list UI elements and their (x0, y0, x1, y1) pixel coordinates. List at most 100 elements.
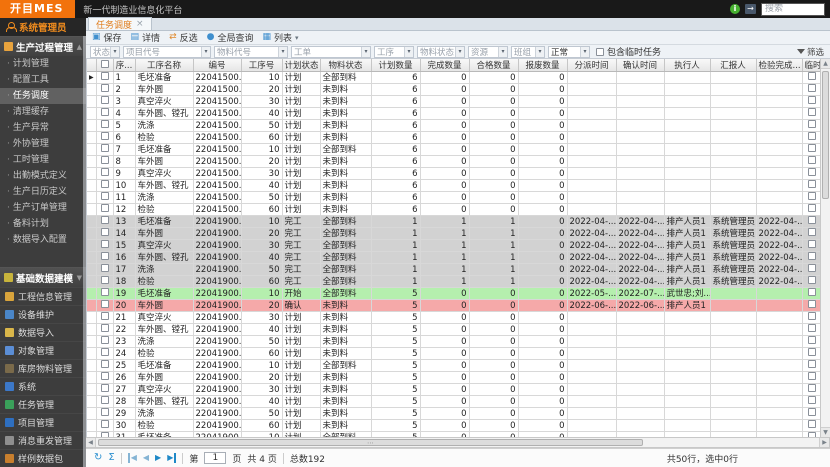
chevron-down-icon[interactable]: ▾ (361, 47, 370, 57)
row-checkbox[interactable] (101, 192, 109, 200)
row-checkbox[interactable] (101, 372, 109, 380)
close-icon[interactable]: × (136, 20, 144, 29)
scroll-down-icon[interactable]: ▼ (821, 427, 830, 437)
table-row[interactable]: 6检验22041500...60计划未到料6000 (87, 132, 822, 144)
sidebar-item[interactable]: ·工时管理 (0, 152, 86, 168)
row-checkbox[interactable] (101, 168, 109, 176)
col-header[interactable]: 计划状态 (282, 59, 320, 72)
col-header[interactable]: 物料状态 (320, 59, 371, 72)
work-order-filter[interactable]: 工单▾ (291, 46, 371, 58)
table-row[interactable]: 21真空淬火22041900...30计划未到料5000 (87, 312, 822, 324)
temp-task-checkbox[interactable] (808, 420, 816, 428)
row-checkbox[interactable] (101, 84, 109, 92)
filter-button[interactable]: 筛选 (797, 46, 824, 58)
list-button[interactable]: ▦列表▾ (263, 31, 299, 44)
chevron-down-icon[interactable]: ▾ (278, 47, 287, 57)
col-header[interactable]: 汇报人 (710, 59, 756, 72)
row-checkbox[interactable] (101, 96, 109, 104)
temp-task-checkbox[interactable] (808, 156, 816, 164)
row-checkbox[interactable] (101, 324, 109, 332)
chevron-down-icon[interactable]: ▾ (110, 47, 119, 57)
sidebar-item[interactable]: ·数据导入配置 (0, 232, 86, 248)
last-page-icon[interactable]: ▶ (167, 453, 176, 463)
sidebar-item[interactable]: ·清理缓存 (0, 104, 86, 120)
table-row[interactable]: ▶1毛坯准备22041500...10计划全部到料6000 (87, 72, 822, 84)
temp-task-checkbox[interactable] (808, 372, 816, 380)
sidebar-module[interactable]: 对象管理 (0, 341, 86, 359)
sidebar-item[interactable]: ·生产异常 (0, 120, 86, 136)
sidebar-module[interactable]: 系统 (0, 377, 86, 395)
col-header[interactable]: 编号 (193, 59, 241, 72)
sidebar-module[interactable]: 项目管理 (0, 413, 86, 431)
invert-selection-button[interactable]: ⇄反选 (169, 31, 198, 44)
page-number-input[interactable] (204, 452, 226, 464)
row-checkbox[interactable] (101, 336, 109, 344)
temp-task-checkbox[interactable] (808, 276, 816, 284)
col-header[interactable]: 工序名称 (135, 59, 193, 72)
row-checkbox[interactable] (101, 120, 109, 128)
chevron-down-icon[interactable]: ▾ (404, 47, 413, 57)
summary-icon[interactable]: Σ (108, 453, 114, 463)
table-row[interactable]: 29洗涤22041900...50计划未到料5000 (87, 408, 822, 420)
table-row[interactable]: 4车外圆、镗孔22041500...40计划未到料6000 (87, 108, 822, 120)
checkbox-icon[interactable] (596, 48, 604, 56)
collapse-arrow-icon[interactable]: ▲ (77, 43, 82, 51)
save-button[interactable]: ▣保存 (92, 31, 122, 44)
table-row[interactable]: 8车外圆22041500...20计划未到料6000 (87, 156, 822, 168)
table-row[interactable]: 18检验22041900...60完工全部到料11102022-04-...20… (87, 276, 822, 288)
table-row[interactable]: 26车外圆22041900...20计划未到料5000 (87, 372, 822, 384)
row-checkbox[interactable] (101, 108, 109, 116)
sidebar-item[interactable]: ·配置工具 (0, 72, 86, 88)
temp-task-checkbox[interactable] (808, 360, 816, 368)
sidebar-item[interactable]: ·生产订单管理 (0, 200, 86, 216)
row-checkbox[interactable] (101, 132, 109, 140)
row-checkbox[interactable] (101, 216, 109, 224)
material-code-filter[interactable]: 物料代号▾ (214, 46, 288, 58)
scroll-left-icon[interactable]: ◀ (86, 438, 96, 447)
vertical-scrollbar[interactable]: ▲ ▼ (820, 59, 830, 437)
search-input[interactable] (761, 3, 825, 16)
row-checkbox[interactable] (101, 180, 109, 188)
temp-task-checkbox[interactable] (808, 120, 816, 128)
sidebar-module[interactable]: 样例数据包 (0, 449, 86, 467)
first-page-icon[interactable]: ◀ (128, 453, 137, 463)
row-checkbox[interactable] (101, 288, 109, 296)
global-search-button[interactable]: ●全局查询 (207, 31, 254, 44)
table-row[interactable]: 17洗涤22041900...50完工全部到料11102022-04-...20… (87, 264, 822, 276)
row-checkbox[interactable] (101, 384, 109, 392)
chevron-down-icon[interactable]: ▾ (498, 47, 507, 57)
logout-icon[interactable]: → (745, 4, 756, 14)
temp-task-checkbox[interactable] (808, 312, 816, 320)
table-row[interactable]: 13毛坯准备22041900...10完工全部到料11102022-04-...… (87, 216, 822, 228)
sidebar-item[interactable]: ·生产日历定义 (0, 184, 86, 200)
temp-task-checkbox[interactable] (808, 252, 816, 260)
temp-task-checkbox[interactable] (808, 216, 816, 224)
chevron-down-icon[interactable]: ▾ (201, 47, 210, 57)
row-checkbox[interactable] (101, 240, 109, 248)
row-checkbox[interactable] (101, 408, 109, 416)
temp-task-checkbox[interactable] (808, 180, 816, 188)
horizontal-scroll-thumb[interactable]: ⋯ (98, 439, 643, 446)
col-header[interactable]: 确认时间 (616, 59, 664, 72)
sidebar-item[interactable]: ·任务调度 (0, 88, 86, 104)
sidebar-module[interactable]: 消息重发管理 (0, 431, 86, 449)
table-row[interactable]: 2车外圆22041500...20计划未到料6000 (87, 84, 822, 96)
scroll-up-icon[interactable]: ▲ (821, 59, 830, 69)
row-checkbox[interactable] (101, 228, 109, 236)
row-checkbox[interactable] (101, 360, 109, 368)
row-checkbox[interactable] (101, 396, 109, 404)
material-state-filter[interactable]: 物料状态▾ (417, 46, 465, 58)
status-filter[interactable]: 状态▾ (90, 46, 120, 58)
sidebar-item[interactable]: ·外协管理 (0, 136, 86, 152)
col-header[interactable]: 执行人 (664, 59, 710, 72)
row-checkbox[interactable] (101, 252, 109, 260)
info-icon[interactable]: i (730, 4, 740, 14)
row-checkbox[interactable] (101, 348, 109, 356)
col-header[interactable]: 检验完成... (756, 59, 802, 72)
col-header[interactable]: 合格数量 (469, 59, 518, 72)
chevron-down-icon[interactable]: ▾ (455, 47, 464, 57)
sidebar-item[interactable]: ·出勤模式定义 (0, 168, 86, 184)
table-row[interactable]: 3真空淬火22041500...30计划未到料6000 (87, 96, 822, 108)
table-row[interactable]: 25毛坯准备22041900...10计划全部到料5000 (87, 360, 822, 372)
temp-task-checkbox[interactable] (808, 108, 816, 116)
